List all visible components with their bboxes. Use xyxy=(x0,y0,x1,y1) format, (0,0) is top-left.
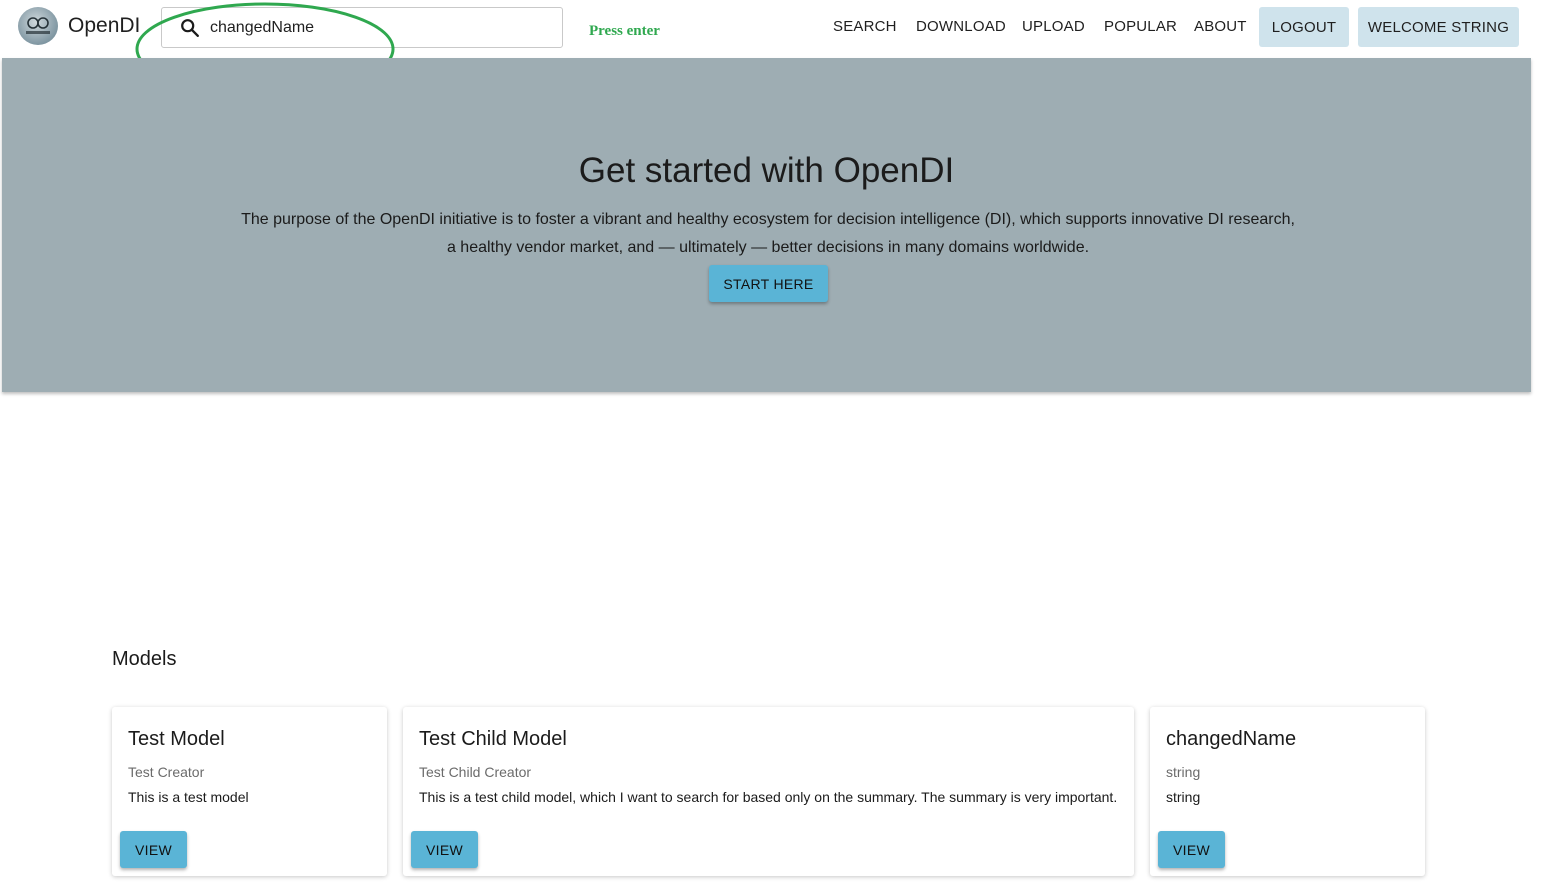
model-card-title: Test Child Model xyxy=(419,728,567,750)
model-card-creator: Test Creator xyxy=(128,764,205,780)
model-card: Test Model Test Creator This is a test m… xyxy=(112,707,387,876)
model-card-title: changedName xyxy=(1166,728,1297,750)
start-here-button[interactable]: START HERE xyxy=(709,265,828,302)
view-button[interactable]: VIEW xyxy=(120,831,187,868)
model-card: changedName string string VIEW xyxy=(1150,707,1425,876)
model-card-creator: Test Child Creator xyxy=(419,764,532,780)
model-card-summary: string xyxy=(1166,789,1201,805)
opendi-logo-icon[interactable] xyxy=(18,7,58,45)
logout-button[interactable]: LOGOUT xyxy=(1259,7,1349,47)
hero-description-line-2: a healthy vendor market, and — ultimatel… xyxy=(446,239,1090,256)
view-button[interactable]: VIEW xyxy=(411,831,478,868)
search-icon xyxy=(181,19,199,37)
models-heading: Models xyxy=(112,648,177,670)
press-enter-annotation: Press enter xyxy=(589,23,660,39)
nav-search-link[interactable]: SEARCH xyxy=(833,18,897,35)
view-button[interactable]: VIEW xyxy=(1158,831,1225,868)
app-bar: OpenDI Press enter SEARCH DOWNLOAD UPLOA… xyxy=(0,0,1531,96)
model-card-title: Test Model xyxy=(128,728,225,750)
nav-upload-link[interactable]: UPLOAD xyxy=(1022,18,1085,35)
app-title[interactable]: OpenDI xyxy=(68,14,140,38)
hero-description-line-1: The purpose of the OpenDI initiative is … xyxy=(241,211,1295,228)
nav-about-link[interactable]: ABOUT xyxy=(1194,18,1247,35)
search-input[interactable] xyxy=(210,14,550,42)
hero-description: The purpose of the OpenDI initiative is … xyxy=(216,206,1320,262)
nav-popular-link[interactable]: POPULAR xyxy=(1104,18,1177,35)
welcome-button[interactable]: WELCOME STRING xyxy=(1358,7,1519,47)
model-card-creator: string xyxy=(1166,764,1201,780)
model-card-summary: This is a test model xyxy=(128,789,249,805)
model-card-summary: This is a test child model, which I want… xyxy=(419,789,1118,805)
nav-download-link[interactable]: DOWNLOAD xyxy=(916,18,1006,35)
hero-banner: Get started with OpenDI The purpose of t… xyxy=(2,58,1531,392)
model-card: Test Child Model Test Child Creator This… xyxy=(403,707,1134,876)
search-field[interactable] xyxy=(161,7,563,48)
hero-title: Get started with OpenDI xyxy=(578,151,955,190)
